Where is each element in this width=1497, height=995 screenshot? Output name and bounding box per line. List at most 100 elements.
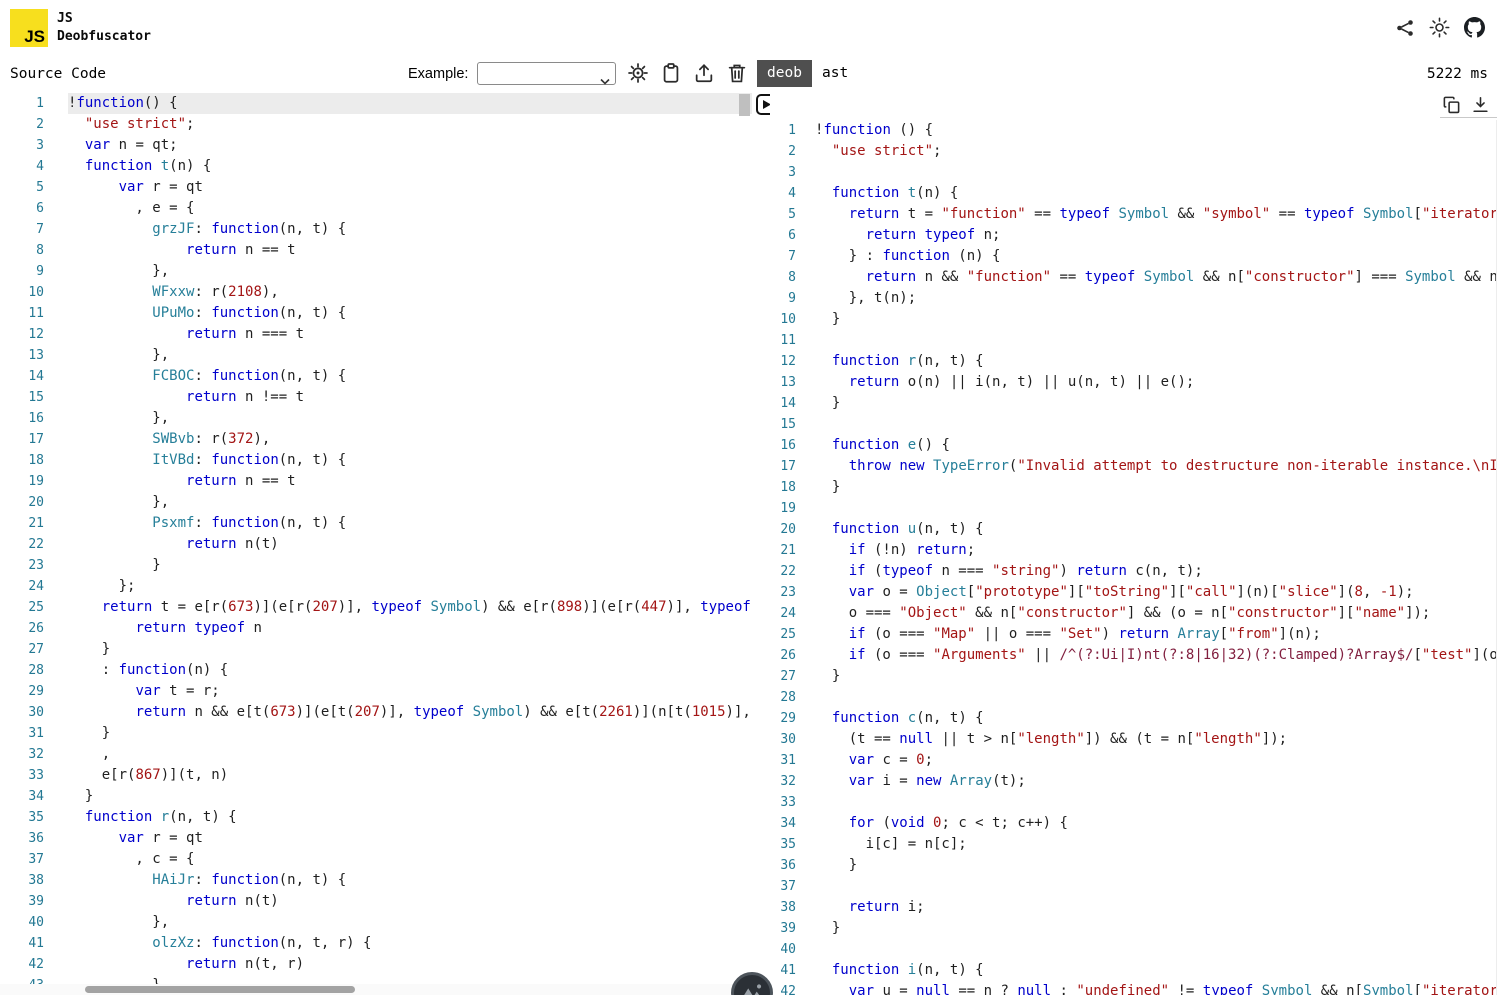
line-number: 36 — [0, 828, 44, 849]
chevron-down-icon — [600, 70, 610, 89]
output-editor[interactable]: 1!function () {2 "use strict";34 functio… — [770, 92, 1497, 995]
line-number: 10 — [770, 309, 796, 330]
line-number: 25 — [770, 624, 796, 645]
code-line-text: function r(n, t) { — [68, 807, 752, 828]
code-line-text — [815, 498, 1497, 519]
mountain-icon — [737, 978, 767, 995]
code-line: 18 ItVBd: function(n, t) { — [0, 450, 752, 471]
code-line: 38 HAiJr: function(n, t) { — [0, 870, 752, 891]
settings-button[interactable] — [626, 61, 650, 85]
code-line: 35 function r(n, t) { — [0, 807, 752, 828]
line-number: 12 — [770, 351, 796, 372]
code-line-text — [815, 330, 1497, 351]
code-line: 42 var u = null == n ? null : "undefined… — [770, 981, 1497, 995]
share-icon — [1395, 18, 1415, 38]
code-line: 5 return t = "function" == typeof Symbol… — [770, 204, 1497, 225]
tab-ast[interactable]: ast — [812, 60, 858, 87]
code-line-text: return o(n) || i(n, t) || u(n, t) || e()… — [815, 372, 1497, 393]
download-button[interactable] — [1471, 95, 1490, 114]
github-link[interactable] — [1464, 17, 1485, 38]
line-number: 32 — [770, 771, 796, 792]
code-line: 30 (t == null || t > n["length"]) && (t … — [770, 729, 1497, 750]
code-line: 3 var n = qt; — [0, 135, 752, 156]
theme-toggle-button[interactable] — [1429, 17, 1450, 38]
code-line-text: HAiJr: function(n, t) { — [68, 870, 752, 891]
source-vertical-scrollbar[interactable] — [738, 93, 751, 983]
code-line-text: var u = null == n ? null : "undefined" !… — [815, 981, 1497, 995]
line-number: 35 — [0, 807, 44, 828]
code-line: 34 } — [0, 786, 752, 807]
code-line: 29 function c(n, t) { — [770, 708, 1497, 729]
scrollbar-thumb[interactable] — [739, 94, 750, 116]
code-line-text: }; — [68, 576, 752, 597]
code-line-text: } — [815, 666, 1497, 687]
code-line: 3 — [770, 162, 1497, 183]
code-line-text: var n = qt; — [68, 135, 752, 156]
line-number: 3 — [0, 135, 44, 156]
code-line: 17 SWBvb: r(372), — [0, 429, 752, 450]
code-line: 24 }; — [0, 576, 752, 597]
code-line-text: !function() { — [68, 93, 752, 114]
line-number: 26 — [0, 618, 44, 639]
code-line: 28 : function(n) { — [0, 660, 752, 681]
line-number: 21 — [770, 540, 796, 561]
line-number: 18 — [770, 477, 796, 498]
paste-button[interactable] — [659, 61, 683, 85]
code-line: 37 , c = { — [0, 849, 752, 870]
code-line-text — [815, 162, 1497, 183]
code-line: 25 return t = e[r(673)](e[r(207)], typeo… — [0, 597, 752, 618]
code-line-text: } — [815, 309, 1497, 330]
copy-button[interactable] — [1442, 95, 1461, 114]
source-horizontal-scrollbar[interactable] — [0, 984, 752, 995]
code-line: 15 — [770, 414, 1497, 435]
line-number: 35 — [770, 834, 796, 855]
upload-button[interactable] — [692, 61, 716, 85]
code-line: 21 Psxmf: function(n, t) { — [0, 513, 752, 534]
line-number: 11 — [770, 330, 796, 351]
clear-button[interactable] — [725, 61, 749, 85]
github-icon — [1464, 17, 1485, 38]
code-line: 25 if (o === "Map" || o === "Set") retur… — [770, 624, 1497, 645]
code-line: 24 o === "Object" && n["constructor"] &&… — [770, 603, 1497, 624]
code-line: 23 } — [0, 555, 752, 576]
code-line: 31 } — [0, 723, 752, 744]
code-line: 22 return n(t) — [0, 534, 752, 555]
code-line-text: } — [68, 723, 752, 744]
code-line: 41 olzXz: function(n, t, r) { — [0, 933, 752, 954]
source-code-lines: 1!function() {2 "use strict";3 var n = q… — [0, 93, 752, 995]
line-number: 5 — [770, 204, 796, 225]
scrollbar-thumb[interactable] — [85, 986, 355, 993]
line-number: 34 — [770, 813, 796, 834]
code-line: 2 "use strict"; — [770, 141, 1497, 162]
code-line: 16 function e() { — [770, 435, 1497, 456]
line-number: 36 — [770, 855, 796, 876]
code-line-text: return n(t, r) — [68, 954, 752, 975]
share-button[interactable] — [1395, 18, 1415, 38]
code-line-text: } — [815, 477, 1497, 498]
sun-icon — [1429, 17, 1450, 38]
example-select[interactable] — [477, 62, 616, 85]
code-line-text: function c(n, t) { — [815, 708, 1497, 729]
code-line-text: for (void 0; c < t; c++) { — [815, 813, 1497, 834]
line-number: 42 — [0, 954, 44, 975]
app-header: JS JS Deobfuscator — [0, 0, 1497, 56]
code-line: 37 — [770, 876, 1497, 897]
code-line: 32 , — [0, 744, 752, 765]
code-line: 18 } — [770, 477, 1497, 498]
line-number: 14 — [0, 366, 44, 387]
code-line: 30 return n && e[t(673)](e[t(207)], type… — [0, 702, 752, 723]
code-line: 9 }, t(n); — [770, 288, 1497, 309]
tab-deob[interactable]: deob — [757, 60, 812, 87]
source-editor[interactable]: 1!function() {2 "use strict";3 var n = q… — [0, 92, 752, 995]
code-line-text: function e() { — [815, 435, 1497, 456]
line-number: 8 — [770, 267, 796, 288]
code-line: 20 function u(n, t) { — [770, 519, 1497, 540]
code-line: 39 } — [770, 918, 1497, 939]
code-line: 6 , e = { — [0, 198, 752, 219]
code-line-text: return typeof n; — [815, 225, 1497, 246]
line-number: 37 — [770, 876, 796, 897]
line-number: 22 — [770, 561, 796, 582]
line-number: 15 — [770, 414, 796, 435]
line-number: 33 — [0, 765, 44, 786]
code-line-text: return i; — [815, 897, 1497, 918]
